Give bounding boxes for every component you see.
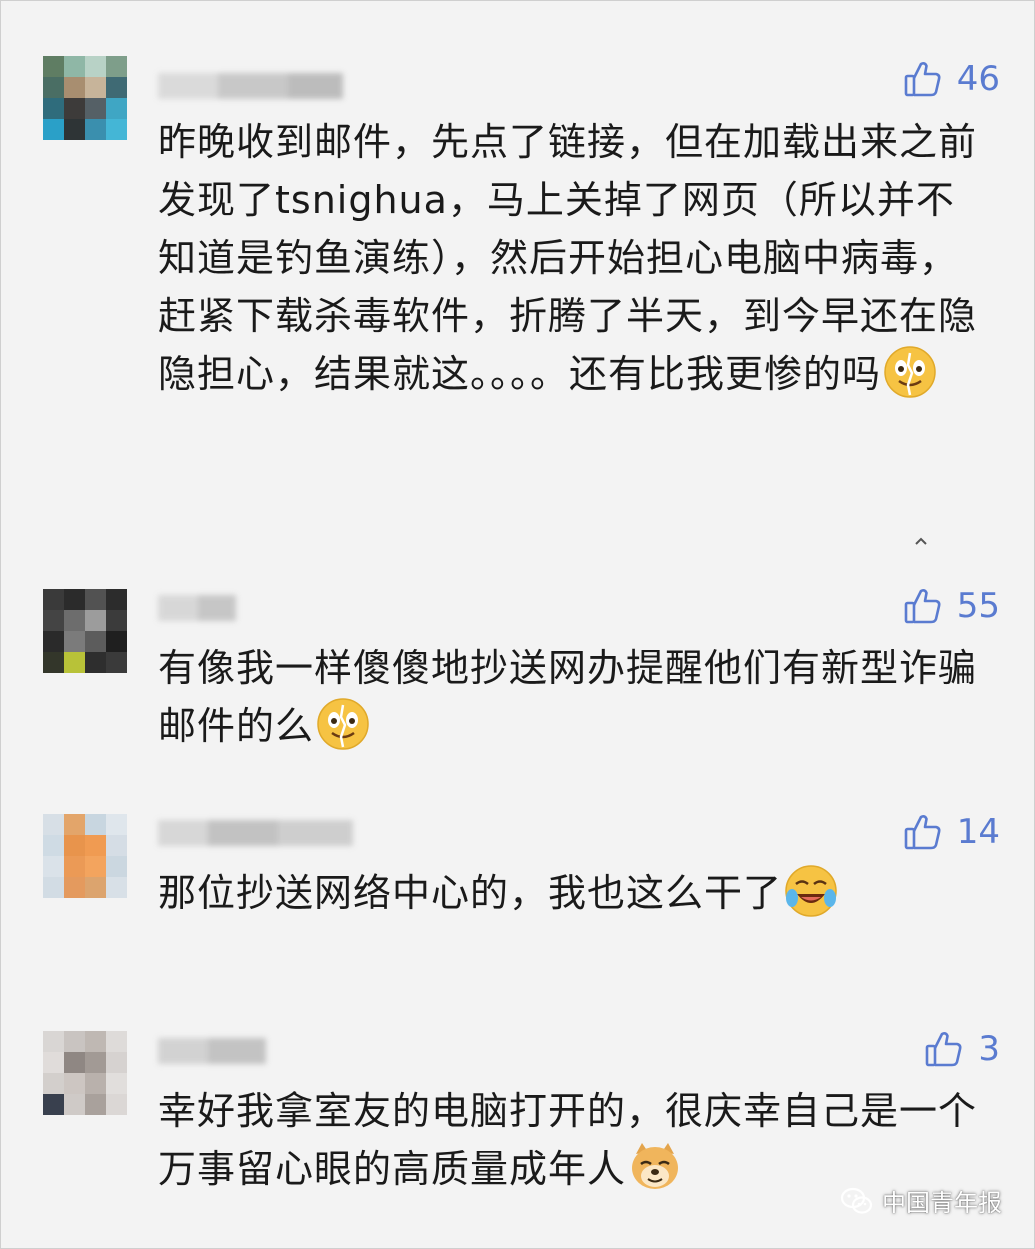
wechat-icon — [840, 1187, 873, 1214]
username-blurred — [158, 69, 348, 103]
username-blurred — [158, 1034, 268, 1068]
like-button[interactable]: 14 — [903, 812, 1000, 852]
comment-text: 幸好我拿室友的电脑打开的，很庆幸自己是一个万事留心眼的高质量成年人 — [158, 1082, 988, 1198]
thumbs-up-icon — [904, 815, 941, 850]
like-count: 55 — [956, 586, 1000, 626]
avatar[interactable] — [43, 56, 127, 140]
crying-smile-emoji — [884, 346, 936, 398]
thumbs-up-icon — [926, 1032, 962, 1067]
thumbs-up-icon — [904, 589, 941, 624]
like-button[interactable]: 3 — [924, 1029, 1000, 1069]
like-count: 46 — [956, 59, 1000, 99]
comment-text: 昨晚收到邮件，先点了链接，但在加载出来之前发现了tsnighua，马上关掉了网页… — [158, 113, 988, 403]
crying-smile-emoji — [317, 698, 369, 750]
watermark: 中国青年报 — [840, 1183, 1002, 1218]
comment-text: 有像我一样傻傻地抄送网办提醒他们有新型诈骗邮件的么 — [158, 639, 988, 755]
doge-emoji — [632, 1143, 679, 1189]
username-blurred — [158, 591, 238, 625]
avatar[interactable] — [43, 589, 127, 673]
thumbs-up-icon — [904, 62, 941, 97]
avatar[interactable] — [43, 814, 127, 898]
username-blurred — [158, 816, 358, 850]
like-count: 3 — [978, 1029, 1000, 1069]
comment-list: 46 昨晚收到邮件，先点了链接，但在加载出来之前发现了tsnighua，马上关掉… — [0, 0, 1035, 1249]
watermark-text: 中国青年报 — [882, 1189, 1002, 1217]
laugh-cry-emoji — [785, 865, 837, 917]
like-count: 14 — [956, 812, 1000, 852]
like-button[interactable]: 55 — [903, 586, 1000, 626]
collapse-caret-icon[interactable] — [914, 537, 928, 545]
avatar[interactable] — [43, 1031, 127, 1115]
comment-text: 那位抄送网络中心的，我也这么干了 — [158, 864, 988, 922]
like-button[interactable]: 46 — [903, 59, 1000, 99]
